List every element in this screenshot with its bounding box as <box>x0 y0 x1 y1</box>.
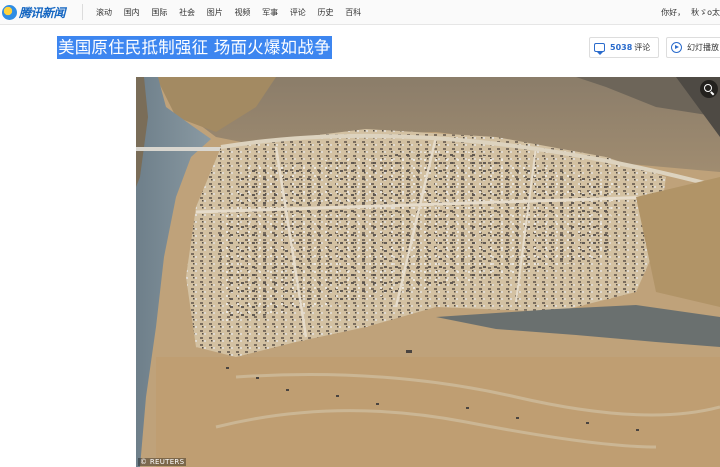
aerial-camp-image <box>136 77 720 467</box>
site-logo[interactable]: 腾讯新闻 <box>2 2 66 22</box>
play-icon <box>671 42 682 53</box>
nav-divider <box>82 4 83 20</box>
logo-icon <box>2 4 17 20</box>
nav-item[interactable]: 历史 <box>318 7 334 18</box>
nav-item[interactable]: 滚动 <box>96 7 112 18</box>
user-name-link[interactable]: 秋ゞo太 <box>691 7 720 18</box>
nav-item[interactable]: 社会 <box>179 7 195 18</box>
top-nav-bar: 腾讯新闻 滚动 国内 国际 社会 图片 视频 军事 评论 历史 百科 你好， 秋ゞo太 <box>0 0 720 25</box>
comment-count: 5038 <box>610 43 633 52</box>
channel-nav: 滚动 国内 国际 社会 图片 视频 军事 评论 历史 百科 <box>96 0 373 24</box>
nav-item[interactable]: 百科 <box>345 7 361 18</box>
comment-button[interactable]: 5038 评论 <box>589 37 659 58</box>
nav-item[interactable]: 视频 <box>234 7 250 18</box>
article-title: 美国原住民抵制强征 场面火爆如战争 <box>57 36 332 59</box>
nav-item[interactable]: 图片 <box>207 7 223 18</box>
user-greeting: 你好， 秋ゞo太 <box>661 0 720 24</box>
greeting-text: 你好， <box>661 7 686 17</box>
article-photo[interactable]: © REUTERS <box>136 77 720 467</box>
zoom-icon[interactable] <box>700 80 718 98</box>
slideshow-button[interactable]: 幻灯播放 <box>666 37 720 58</box>
nav-item[interactable]: 评论 <box>290 7 306 18</box>
comment-label: 评论 <box>634 43 651 52</box>
slideshow-label: 幻灯播放 <box>687 43 719 52</box>
photo-credit: © REUTERS <box>138 458 187 466</box>
nav-item[interactable]: 国际 <box>151 7 167 18</box>
comment-icon <box>594 43 605 55</box>
logo-text: 腾讯新闻 <box>19 5 66 20</box>
nav-item[interactable]: 国内 <box>124 7 140 18</box>
nav-item[interactable]: 军事 <box>262 7 278 18</box>
